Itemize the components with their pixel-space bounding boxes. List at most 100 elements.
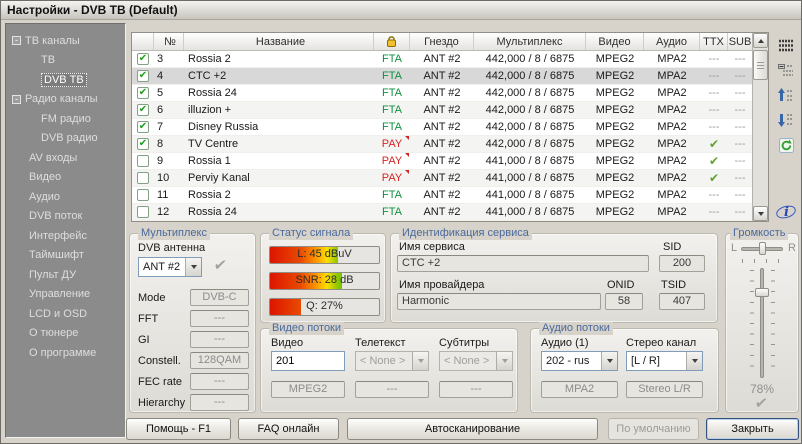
- table-row[interactable]: 9Rossia 1PAYANT #2441,000 / 8 / 6875MPEG…: [132, 153, 752, 170]
- row-checkbox[interactable]: ✔: [137, 121, 149, 133]
- video-panel: Видео потоки Видео Телетекст Субтитры < …: [260, 328, 518, 413]
- header-checkbox-column: [132, 33, 154, 50]
- sidebar-item[interactable]: -ТВ каналы: [6, 31, 125, 51]
- chevron-down-icon[interactable]: [686, 352, 702, 370]
- table-scrollbar[interactable]: [752, 33, 768, 221]
- teletext-select[interactable]: < None >: [355, 351, 429, 371]
- scroll-up-icon[interactable]: [753, 33, 768, 48]
- sidebar-item[interactable]: -Радио каналы: [6, 90, 125, 110]
- channel-number: 11: [154, 187, 184, 203]
- header-audio[interactable]: Аудио: [644, 33, 700, 50]
- channel-name: Perviy Kanal: [184, 170, 374, 186]
- ttx-mark: ---: [709, 70, 720, 82]
- sidebar-item[interactable]: DVB поток: [6, 207, 125, 227]
- volume-thumb[interactable]: [755, 288, 769, 297]
- fft-label: FFT: [138, 313, 158, 325]
- sidebar-item[interactable]: LCD и OSD: [6, 304, 125, 324]
- autoscan-button[interactable]: Автосканирование: [347, 418, 598, 440]
- balance-thumb[interactable]: [759, 242, 766, 255]
- socket-value: ANT #2: [410, 170, 474, 186]
- close-button[interactable]: Закрыть: [706, 418, 799, 440]
- table-row[interactable]: 10Perviy KanalPAYANT #2441,000 / 8 / 687…: [132, 170, 752, 187]
- sub-mark: ---: [735, 87, 746, 99]
- row-checkbox[interactable]: [137, 155, 149, 167]
- sidebar-item-label: AV входы: [29, 152, 77, 164]
- row-checkbox[interactable]: ✔: [137, 70, 149, 82]
- sidebar-item[interactable]: FM радио: [6, 109, 125, 129]
- collapse-icon[interactable]: -: [12, 95, 21, 104]
- info-icon[interactable]: i: [773, 199, 799, 223]
- video-codec-value: MPEG2: [586, 119, 644, 135]
- sidebar-item-label: DVB поток: [29, 210, 82, 222]
- signal-bar-label: SNR: 28 dB: [270, 274, 379, 286]
- scroll-down-icon[interactable]: [753, 206, 768, 221]
- row-checkbox[interactable]: [137, 172, 149, 184]
- sid-label: SID: [663, 241, 681, 253]
- sidebar-item[interactable]: О программе: [6, 343, 125, 363]
- table-row[interactable]: ✔5Rossia 24FTAANT #2442,000 / 8 / 6875MP…: [132, 85, 752, 102]
- channel-edit-icon[interactable]: [773, 59, 799, 81]
- row-checkbox[interactable]: [137, 206, 149, 218]
- rescan-icon[interactable]: [773, 134, 799, 156]
- video-codec-value: MPEG2: [586, 153, 644, 169]
- row-checkbox[interactable]: ✔: [137, 138, 149, 150]
- sidebar-item[interactable]: ТВ: [6, 51, 125, 71]
- chevron-down-icon[interactable]: [185, 258, 201, 276]
- sidebar-item[interactable]: AV входы: [6, 148, 125, 168]
- sidebar-item[interactable]: DVB радио: [6, 129, 125, 149]
- access-badge: FTA: [382, 206, 402, 218]
- sidebar-item[interactable]: Видео: [6, 168, 125, 188]
- subtitles-select[interactable]: < None >: [439, 351, 513, 371]
- sub-mark: ---: [735, 172, 746, 184]
- row-checkbox[interactable]: ✔: [137, 87, 149, 99]
- table-row[interactable]: 12Rossia 24FTAANT #2441,000 / 8 / 6875MP…: [132, 204, 752, 221]
- signal-bar: Q: 27%: [269, 298, 380, 316]
- antenna-select[interactable]: ANT #2: [138, 257, 202, 277]
- header-name[interactable]: Название: [184, 33, 374, 50]
- sub-mark: ---: [735, 189, 746, 201]
- sidebar-item[interactable]: Интерфейс: [6, 226, 125, 246]
- stereo-select[interactable]: [L / R]: [626, 351, 703, 371]
- audio-select[interactable]: 202 - rus: [541, 351, 618, 371]
- header-socket[interactable]: Гнездо: [410, 33, 474, 50]
- audio-codec: MPA2: [541, 381, 618, 398]
- access-badge: FTA: [382, 53, 402, 65]
- video-pid-input[interactable]: [271, 351, 345, 371]
- table-row[interactable]: 11Rossia 2FTAANT #2441,000 / 8 / 6875MPE…: [132, 187, 752, 204]
- sidebar-item[interactable]: Управление: [6, 285, 125, 305]
- scrollbar-thumb[interactable]: [753, 50, 768, 80]
- defaults-button[interactable]: По умолчанию: [608, 418, 699, 440]
- move-up-icon[interactable]: [773, 84, 799, 106]
- row-checkbox[interactable]: [137, 189, 149, 201]
- lock-icon[interactable]: [374, 33, 410, 50]
- table-row[interactable]: ✔6illuzion +FTAANT #2442,000 / 8 / 6875M…: [132, 102, 752, 119]
- row-checkbox[interactable]: ✔: [137, 104, 149, 116]
- header-num[interactable]: №: [154, 33, 184, 50]
- sidebar-item[interactable]: DVB ТВ: [6, 70, 125, 90]
- access-badge: FTA: [382, 87, 402, 99]
- volume-slider[interactable]: [760, 268, 764, 378]
- sub-mark: ---: [735, 155, 746, 167]
- header-video[interactable]: Видео: [586, 33, 644, 50]
- header-ttx[interactable]: TTX: [700, 33, 728, 50]
- sidebar-item[interactable]: Аудио: [6, 187, 125, 207]
- sidebar-item[interactable]: Таймшифт: [6, 246, 125, 266]
- sidebar-item[interactable]: О тюнере: [6, 324, 125, 344]
- chevron-down-icon[interactable]: [601, 352, 617, 370]
- row-checkbox[interactable]: ✔: [137, 53, 149, 65]
- help-button[interactable]: Помощь - F1: [126, 418, 231, 440]
- table-row[interactable]: ✔8TV CentrePAYANT #2442,000 / 8 / 6875MP…: [132, 136, 752, 153]
- channel-number: 5: [154, 85, 184, 101]
- sidebar-item[interactable]: Пульт ДУ: [6, 265, 125, 285]
- move-down-icon[interactable]: [773, 109, 799, 131]
- channel-grid-icon[interactable]: [773, 34, 799, 56]
- collapse-icon[interactable]: -: [12, 36, 21, 45]
- table-row[interactable]: ✔3Rossia 2FTAANT #2442,000 / 8 / 6875MPE…: [132, 51, 752, 68]
- faq-button[interactable]: FAQ онлайн: [238, 418, 339, 440]
- table-row[interactable]: ✔7Disney RussiaFTAANT #2442,000 / 8 / 68…: [132, 119, 752, 136]
- tsid-label: TSID: [661, 279, 686, 291]
- access-badge: PAY: [382, 155, 402, 167]
- header-sub[interactable]: SUB: [728, 33, 752, 50]
- header-multiplex[interactable]: Мультиплекс: [474, 33, 586, 50]
- table-row[interactable]: ✔4CTC +2FTAANT #2442,000 / 8 / 6875MPEG2…: [132, 68, 752, 85]
